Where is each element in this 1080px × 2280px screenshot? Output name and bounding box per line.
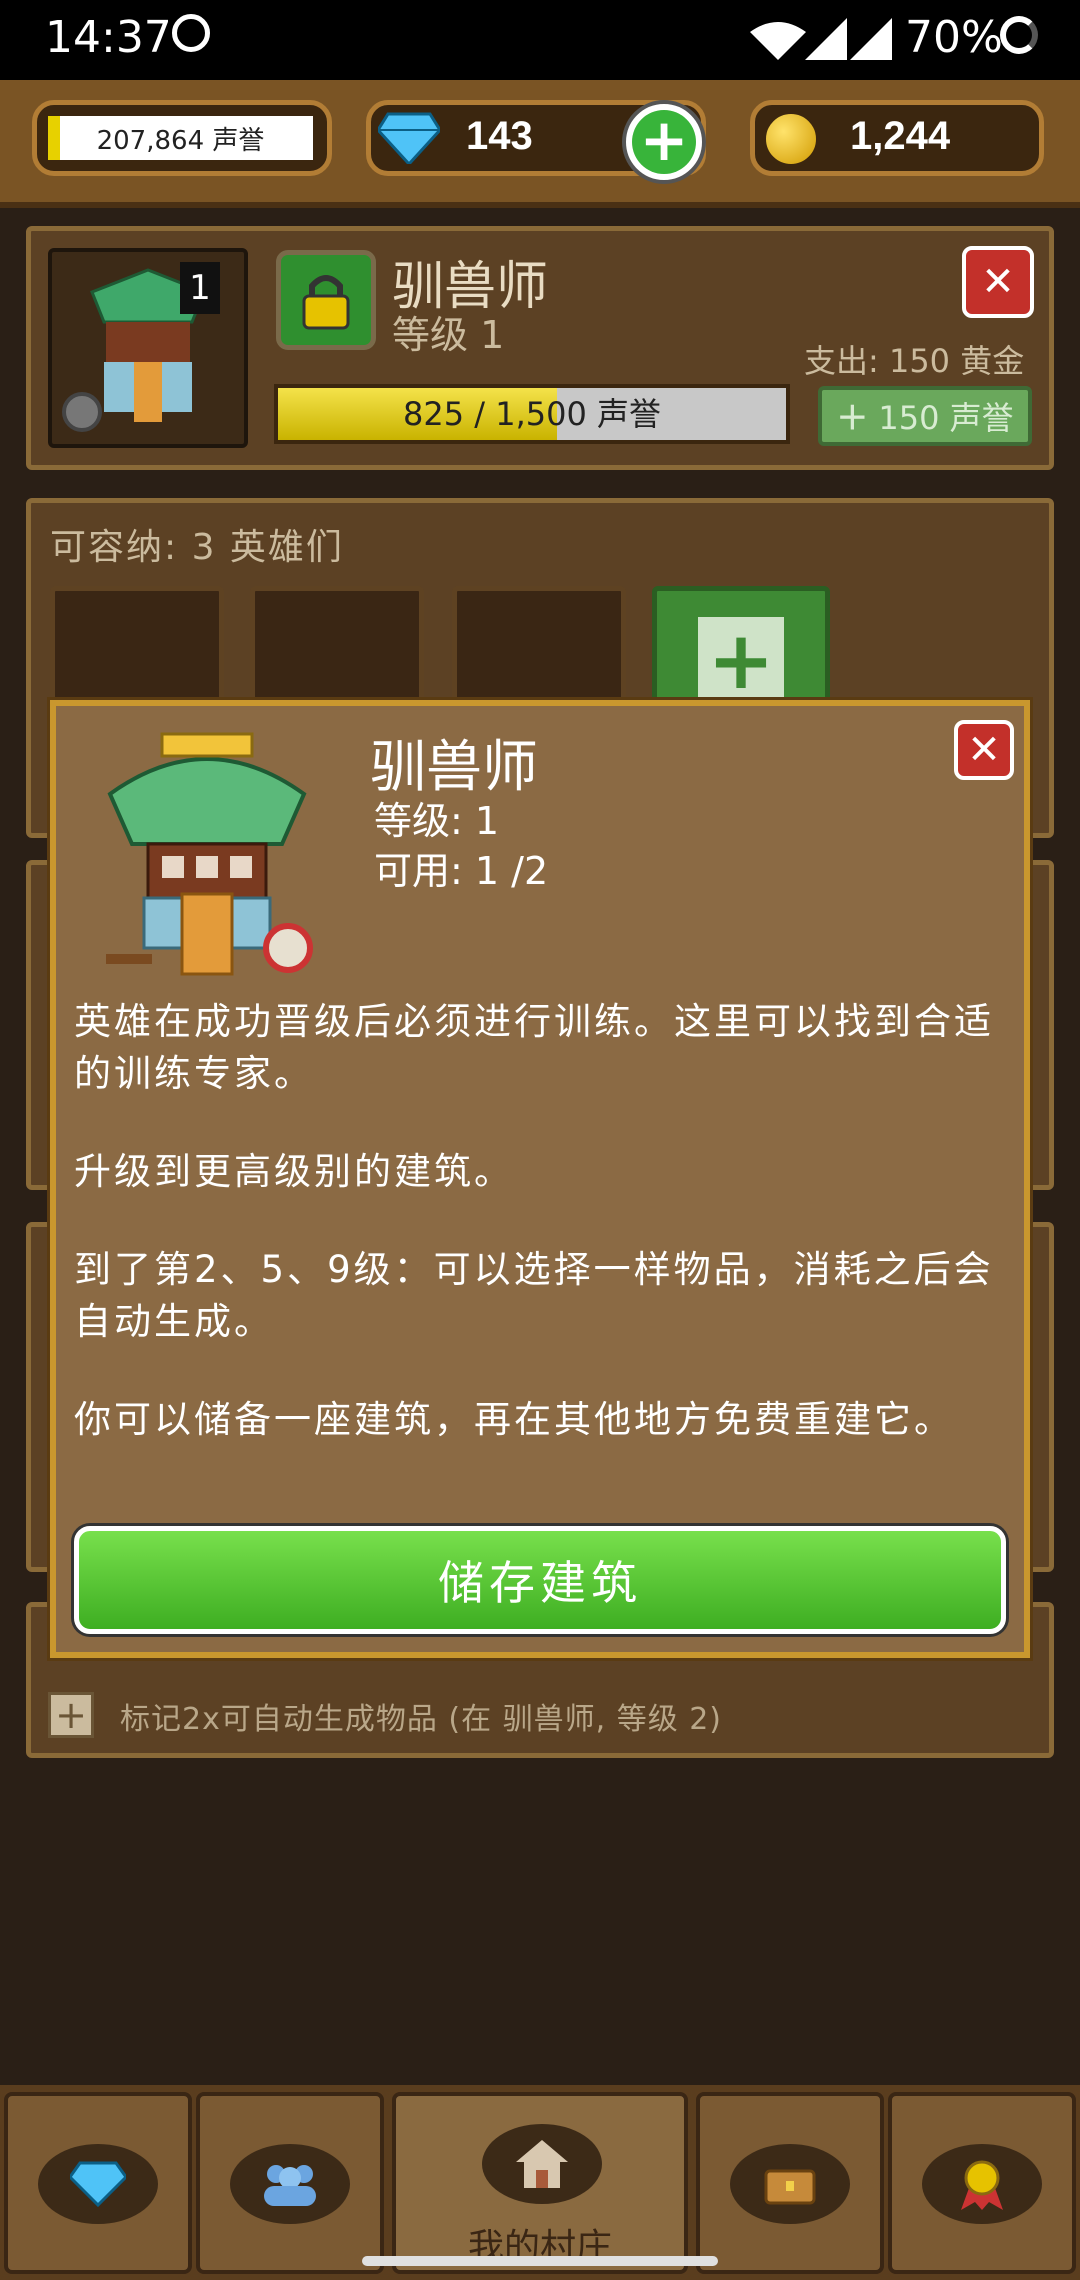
heroes-nav-icon (230, 2144, 350, 2224)
gem-nav-icon (38, 2144, 158, 2224)
description-paragraph: 升级到更高级别的建筑。 (74, 1150, 514, 1193)
progress-text: 825 / 1,500 声誉 (403, 395, 661, 433)
status-bar: 14:37 70% (0, 0, 1080, 80)
signal-icon (805, 18, 847, 60)
battery-percent: 70% (905, 12, 1003, 63)
modal-description: 英雄在成功晋级后必须进行训练。这里可以找到合适的训练专家。 升级到更高级别的建筑… (74, 996, 1004, 1492)
nav-tab-village[interactable]: 我的村庄 (392, 2092, 688, 2274)
fame-bar (48, 116, 60, 160)
wifi-icon (750, 22, 806, 60)
fame-progress-bar: 825 / 1,500 声誉 (274, 384, 790, 444)
modal-available: 可用: 1 /2 (374, 849, 549, 893)
diamond-icon (378, 112, 440, 164)
nav-tab-inventory[interactable] (696, 2092, 884, 2274)
close-icon: ✕ (967, 727, 1001, 773)
cost-label: 支出: 150 黄金 (804, 342, 1025, 380)
status-time: 14:37 (45, 12, 172, 63)
close-icon: ✕ (981, 259, 1015, 305)
building-level: 等级 1 (392, 313, 505, 357)
close-modal-button[interactable]: ✕ (954, 720, 1014, 780)
hero-slot-2[interactable] (250, 586, 424, 716)
add-gems-button[interactable]: + (622, 100, 706, 184)
battery-icon (1000, 16, 1038, 54)
description-paragraph: 到了第2、5、9级：可以选择一样物品，消耗之后会自动生成。 (74, 1248, 994, 1343)
building-illustration (106, 732, 313, 976)
plus-small-icon: ＋ (836, 399, 869, 437)
upgrade-button[interactable]: ＋ 150 声誉 (818, 386, 1032, 446)
hero-slot-1[interactable] (50, 586, 224, 716)
upgrade-label: 150 声誉 (878, 399, 1014, 437)
lock-button[interactable] (276, 250, 376, 350)
nav-tab-heroes[interactable] (196, 2092, 384, 2274)
signal-icon-2 (850, 18, 892, 60)
chest-nav-icon (730, 2144, 850, 2224)
lock-icon (302, 275, 350, 330)
add-slot-icon: + (698, 614, 784, 707)
store-building-button[interactable]: 储存建筑 (74, 1526, 1006, 1634)
gesture-bar[interactable] (362, 2256, 718, 2266)
fame-display: 207,864 声誉 (48, 116, 313, 160)
note-plus-icon: + (48, 1692, 94, 1738)
building-thumbnail[interactable]: 1 (48, 248, 248, 448)
close-panel-button[interactable]: ✕ (962, 246, 1034, 318)
capacity-label: 可容纳: 3 英雄们 (50, 527, 344, 568)
gold-coin-icon (762, 110, 820, 168)
fame-value: 207,864 声誉 (96, 125, 265, 156)
plus-icon: + (632, 110, 696, 174)
gem-value: 143 (466, 114, 533, 158)
nav-tab-achievements[interactable] (888, 2092, 1076, 2274)
note-text: 标记2x可自动生成物品 (在 驯兽师, 等级 2) (120, 1702, 723, 1737)
description-paragraph: 英雄在成功晋级后必须进行训练。这里可以找到合适的训练专家。 (74, 1000, 994, 1095)
sync-icon (172, 14, 210, 52)
medal-nav-icon (922, 2144, 1042, 2224)
modal-level: 等级: 1 (374, 799, 500, 843)
level-badge: 1 (180, 262, 220, 314)
village-nav-icon (482, 2124, 602, 2204)
nav-tab-shop[interactable] (4, 2092, 192, 2274)
gold-value: 1,244 (850, 114, 951, 158)
hero-slot-3[interactable] (452, 586, 626, 716)
description-paragraph: 你可以储备一座建筑，再在其他地方免费重建它。 (74, 1398, 954, 1441)
add-slot-button[interactable]: + (652, 586, 830, 716)
